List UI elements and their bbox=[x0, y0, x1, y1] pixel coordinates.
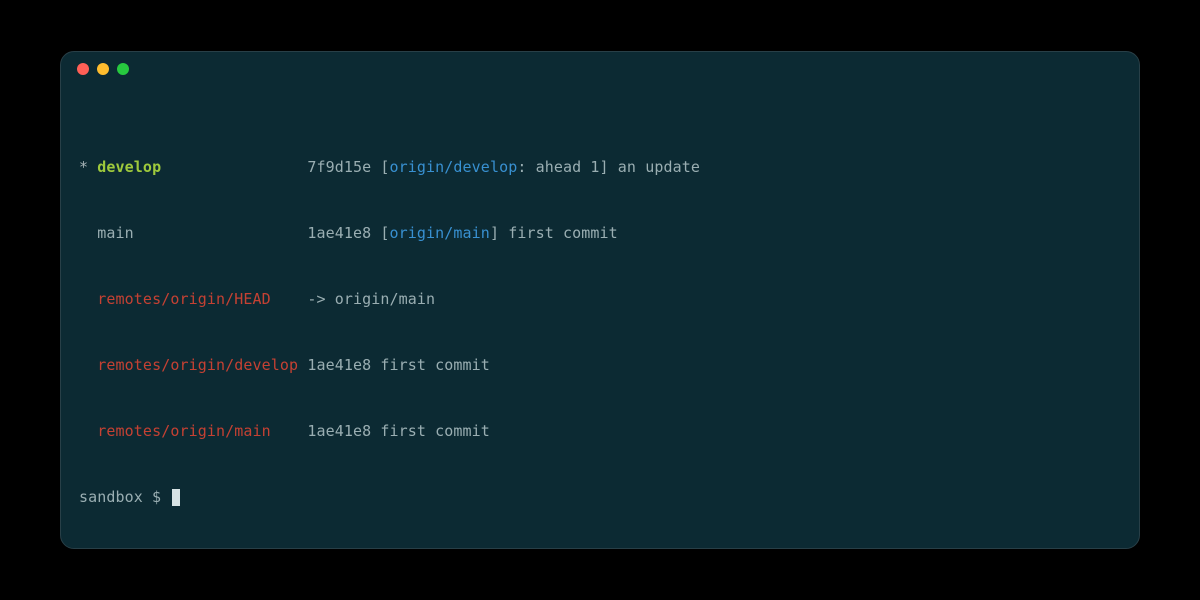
commit-msg: first commit bbox=[508, 224, 618, 242]
titlebar bbox=[61, 52, 1139, 86]
commit-msg: first commit bbox=[371, 422, 490, 440]
bracket-open: [ bbox=[371, 224, 389, 242]
current-marker bbox=[79, 224, 88, 242]
bracket-open: [ bbox=[371, 158, 389, 176]
pad bbox=[271, 290, 298, 308]
prompt-line[interactable]: sandbox $ bbox=[79, 486, 1121, 508]
pad bbox=[134, 224, 298, 242]
commit-hash: 1ae41e8 bbox=[307, 356, 371, 374]
bracket-close: ] bbox=[490, 224, 508, 242]
branch-name: remotes/origin/HEAD bbox=[97, 290, 270, 308]
commit-hash: 7f9d15e bbox=[307, 158, 371, 176]
pad bbox=[161, 158, 298, 176]
branch-name: remotes/origin/main bbox=[97, 422, 270, 440]
terminal-output[interactable]: * develop 7f9d15e [origin/develop: ahead… bbox=[61, 86, 1139, 549]
tracking-branch: origin/develop bbox=[390, 158, 518, 176]
current-marker bbox=[79, 290, 88, 308]
commit-msg: first commit bbox=[371, 356, 490, 374]
current-marker bbox=[79, 356, 88, 374]
close-icon[interactable] bbox=[77, 63, 89, 75]
branch-row: remotes/origin/main 1ae41e8 first commit bbox=[79, 420, 1121, 442]
branch-row: remotes/origin/develop 1ae41e8 first com… bbox=[79, 354, 1121, 376]
current-marker: * bbox=[79, 158, 88, 176]
branch-name: remotes/origin/develop bbox=[97, 356, 298, 374]
cursor-icon bbox=[172, 489, 180, 506]
bracket-close: ] bbox=[600, 158, 618, 176]
branch-row: main 1ae41e8 [origin/main] first commit bbox=[79, 222, 1121, 244]
commit-hash: 1ae41e8 bbox=[307, 422, 371, 440]
branch-row: * develop 7f9d15e [origin/develop: ahead… bbox=[79, 156, 1121, 178]
minimize-icon[interactable] bbox=[97, 63, 109, 75]
branch-name: develop bbox=[97, 158, 161, 176]
tracking-branch: origin/main bbox=[390, 224, 490, 242]
commit-hash: 1ae41e8 bbox=[307, 224, 371, 242]
branch-row: remotes/origin/HEAD -> origin/main bbox=[79, 288, 1121, 310]
commit-msg: an update bbox=[618, 158, 700, 176]
tracking-suffix: : ahead 1 bbox=[517, 158, 599, 176]
current-marker bbox=[79, 422, 88, 440]
commit-msg: -> origin/main bbox=[307, 290, 435, 308]
prompt-text: sandbox $ bbox=[79, 486, 170, 508]
terminal-window: * develop 7f9d15e [origin/develop: ahead… bbox=[60, 51, 1140, 549]
zoom-icon[interactable] bbox=[117, 63, 129, 75]
branch-name: main bbox=[97, 224, 134, 242]
pad bbox=[271, 422, 298, 440]
